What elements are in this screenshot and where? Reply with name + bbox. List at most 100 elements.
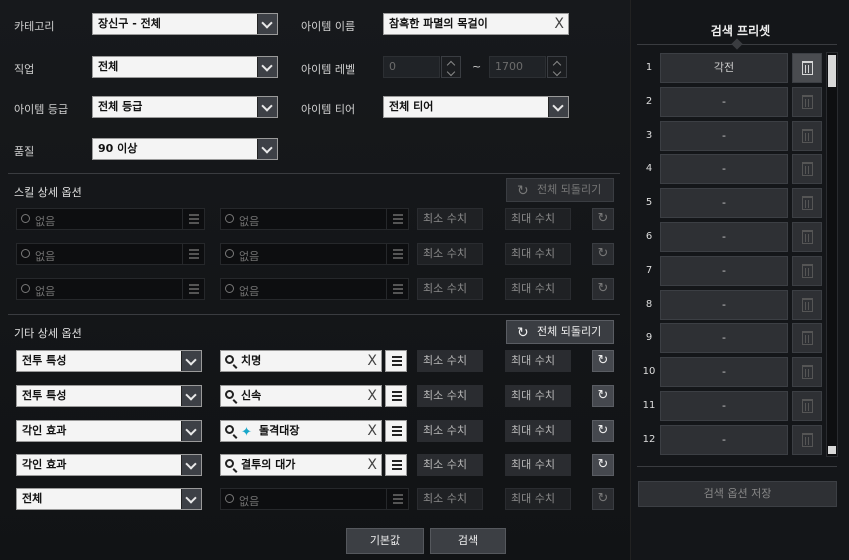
option-value-input[interactable]: 결투의 대가 X	[220, 454, 382, 476]
max-value-input[interactable]: 최대 수치	[505, 454, 571, 476]
preset-slot-button[interactable]: -	[660, 86, 788, 117]
tier-select[interactable]: 전체 티어	[383, 96, 569, 118]
list-icon[interactable]	[386, 489, 408, 509]
delete-preset-button[interactable]	[792, 154, 822, 185]
option-value-input[interactable]: 치명 X	[220, 350, 382, 372]
category-select[interactable]: 장신구 - 전체	[92, 13, 278, 35]
list-icon[interactable]	[182, 244, 204, 264]
reset-row-button[interactable]: ↻	[592, 385, 614, 407]
clear-icon[interactable]: X	[367, 351, 377, 371]
option-type-select[interactable]: 전체	[16, 488, 202, 510]
delete-preset-button[interactable]	[792, 222, 822, 252]
option-type-select[interactable]: 전투 특성	[16, 385, 202, 407]
option-list-button[interactable]	[385, 350, 407, 372]
reset-row-button[interactable]: ↻	[592, 454, 614, 476]
level-max-stepper[interactable]	[547, 56, 567, 78]
option-type-select[interactable]: 각인 효과	[16, 420, 202, 442]
option-list-button[interactable]	[385, 385, 407, 407]
skill-reset-all-button[interactable]: ↻ 전체 되돌리기	[506, 178, 614, 202]
preset-slot-button[interactable]: -	[660, 255, 788, 286]
list-icon[interactable]	[386, 244, 408, 264]
preset-slot-button[interactable]: -	[660, 323, 788, 354]
list-icon[interactable]	[386, 279, 408, 299]
skill-option-input[interactable]: 없음	[220, 278, 409, 300]
list-icon[interactable]	[182, 209, 204, 229]
option-list-button[interactable]	[385, 420, 407, 442]
preset-slot-button[interactable]: -	[660, 154, 788, 185]
quality-select[interactable]: 90 이상	[92, 138, 278, 160]
min-value-input[interactable]: 최소 수치	[417, 208, 483, 230]
min-value-input[interactable]: 최소 수치	[417, 420, 483, 442]
reset-row-button[interactable]: ↻	[592, 420, 614, 442]
preset-slot-button[interactable]: -	[660, 424, 788, 455]
level-max-input[interactable]: 1700	[489, 56, 546, 78]
max-value-input[interactable]: 최대 수치	[505, 243, 571, 265]
min-value-input[interactable]: 최소 수치	[417, 454, 483, 476]
default-button[interactable]: 기본값	[346, 528, 424, 554]
option-value-input[interactable]: 신속 X	[220, 385, 382, 407]
level-min-stepper[interactable]	[441, 56, 461, 78]
delete-preset-button[interactable]	[792, 86, 822, 117]
option-type-select[interactable]: 전투 특성	[16, 350, 202, 372]
delete-preset-button[interactable]	[792, 424, 822, 455]
delete-preset-button[interactable]	[792, 255, 822, 286]
level-min-input[interactable]: 0	[383, 56, 440, 78]
min-value-input[interactable]: 최소 수치	[417, 385, 483, 407]
delete-preset-button[interactable]	[792, 289, 822, 320]
save-preset-button[interactable]: 검색 옵션 저장	[638, 481, 837, 507]
option-type-select[interactable]: 각인 효과	[16, 454, 202, 476]
clear-icon[interactable]: X	[367, 421, 377, 441]
option-list-button[interactable]	[385, 454, 407, 476]
scrollbar-thumb[interactable]	[828, 55, 836, 87]
preset-slot-button[interactable]: -	[660, 391, 788, 421]
max-value-input[interactable]: 최대 수치	[505, 350, 571, 372]
clear-icon[interactable]: X	[367, 455, 377, 475]
etc-reset-all-button[interactable]: ↻ 전체 되돌리기	[506, 320, 614, 344]
reset-row-button[interactable]: ↻	[592, 350, 614, 372]
reset-row-button[interactable]: ↻	[592, 278, 614, 300]
list-icon[interactable]	[182, 279, 204, 299]
skill-option-input[interactable]: 없음	[220, 208, 409, 230]
list-icon[interactable]	[386, 209, 408, 229]
preset-slot-button[interactable]: -	[660, 188, 788, 219]
preset-slot-button[interactable]: 각전	[660, 53, 788, 83]
max-value-input[interactable]: 최대 수치	[505, 278, 571, 300]
min-value-input[interactable]: 최소 수치	[417, 350, 483, 372]
item-name-input[interactable]: 참혹한 파멸의 목걸이 X	[383, 13, 569, 35]
preset-slot-button[interactable]: -	[660, 222, 788, 252]
option-value-input[interactable]: 없음	[220, 488, 409, 510]
preset-slot-button[interactable]: -	[660, 357, 788, 388]
preset-scrollbar[interactable]	[826, 52, 838, 457]
option-value-input[interactable]: ✦ 돌격대장 X	[220, 420, 382, 442]
min-value-input[interactable]: 최소 수치	[417, 278, 483, 300]
skill-option-input[interactable]: 없음	[220, 243, 409, 265]
grade-select[interactable]: 전체 등급	[92, 96, 278, 118]
scroll-down-arrow-icon[interactable]	[828, 446, 836, 454]
delete-preset-button[interactable]	[792, 188, 822, 219]
reset-row-button[interactable]: ↻	[592, 208, 614, 230]
max-value-input[interactable]: 최대 수치	[505, 488, 571, 510]
delete-preset-button[interactable]	[792, 357, 822, 388]
max-value-input[interactable]: 최대 수치	[505, 208, 571, 230]
reset-row-button[interactable]: ↻	[592, 243, 614, 265]
delete-preset-button[interactable]	[792, 53, 822, 83]
delete-preset-button[interactable]	[792, 120, 822, 151]
skill-name-input[interactable]: 없음	[16, 208, 205, 230]
min-value-input[interactable]: 최소 수치	[417, 243, 483, 265]
trash-icon	[802, 94, 813, 109]
delete-preset-button[interactable]	[792, 323, 822, 354]
preset-slot-button[interactable]: -	[660, 289, 788, 320]
clear-icon[interactable]: X	[367, 386, 377, 406]
clear-icon[interactable]: X	[554, 14, 564, 34]
max-value-input[interactable]: 최대 수치	[505, 385, 571, 407]
preset-slot-button[interactable]: -	[660, 120, 788, 151]
max-value-input[interactable]: 최대 수치	[505, 420, 571, 442]
search-button[interactable]: 검색	[430, 528, 506, 554]
class-select[interactable]: 전체	[92, 56, 278, 78]
skill-name-input[interactable]: 없음	[16, 243, 205, 265]
chevron-down-icon	[181, 386, 201, 406]
delete-preset-button[interactable]	[792, 391, 822, 421]
skill-name-input[interactable]: 없음	[16, 278, 205, 300]
reset-row-button[interactable]: ↻	[592, 488, 614, 510]
min-value-input[interactable]: 최소 수치	[417, 488, 483, 510]
